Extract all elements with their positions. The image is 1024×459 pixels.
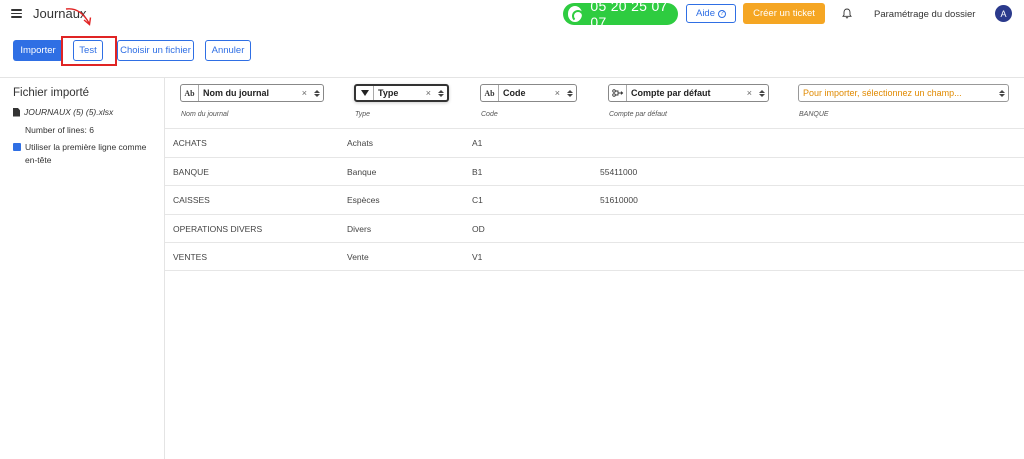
menu-icon[interactable] bbox=[11, 9, 22, 18]
help-label: Aide bbox=[695, 8, 715, 19]
sort-arrows-icon bbox=[566, 89, 573, 97]
import-preview: Ab Nom du journal × Type × Ab Code × Com… bbox=[165, 77, 1024, 459]
table-cell: B1 bbox=[472, 166, 483, 177]
support-phone-button[interactable]: 05 20 25 07 07 bbox=[563, 0, 678, 30]
sort-arrows-icon bbox=[998, 89, 1005, 97]
table-cell: ACHATS bbox=[173, 138, 207, 148]
question-circle-icon: ? bbox=[718, 9, 726, 18]
mapping-label: Nom du journal bbox=[203, 88, 269, 98]
import-button[interactable]: Importer bbox=[13, 40, 63, 61]
checkbox-checked-icon[interactable] bbox=[13, 143, 21, 151]
imported-file-name: JOURNAUX (5) (5).xlsx bbox=[24, 107, 114, 117]
imported-file-panel: Fichier importé JOURNAUX (5) (5).xlsx Nu… bbox=[0, 77, 165, 459]
column-subtitle: Nom du journal bbox=[181, 111, 229, 118]
help-button[interactable]: Aide ? bbox=[686, 4, 736, 23]
clear-icon[interactable]: × bbox=[747, 88, 752, 98]
choose-file-button[interactable]: Choisir un fichier bbox=[117, 40, 194, 61]
text-type-icon: Ab bbox=[481, 85, 499, 101]
link-type-icon bbox=[609, 85, 627, 101]
cancel-button[interactable]: Annuler bbox=[205, 40, 251, 61]
sort-arrows-icon bbox=[758, 89, 765, 97]
table-row: OPERATIONS DIVERS Divers OD bbox=[165, 213, 1024, 243]
table-row: ACHATS Achats A1 bbox=[165, 128, 1024, 157]
sort-arrows-icon bbox=[437, 89, 444, 97]
table-cell: Banque bbox=[347, 166, 377, 177]
table-cell: Achats bbox=[347, 138, 373, 148]
imported-file-title: Fichier importé bbox=[13, 87, 90, 99]
headset-icon bbox=[568, 6, 585, 22]
table-row: BANQUE Banque B1 55411000 bbox=[165, 156, 1024, 186]
support-phone-number: 05 20 25 07 07 bbox=[590, 0, 668, 30]
mapping-label: Code bbox=[503, 88, 526, 98]
column-subtitle: Code bbox=[481, 111, 498, 118]
mapping-placeholder: Pour importer, sélectionnez un champ... bbox=[803, 88, 962, 98]
table-cell: V1 bbox=[472, 252, 483, 262]
test-button[interactable]: Test bbox=[73, 40, 103, 61]
line-count: Number of lines: 6 bbox=[25, 125, 94, 135]
page-title: Journaux bbox=[33, 6, 87, 21]
column-mapping-select-5[interactable]: Pour importer, sélectionnez un champ... bbox=[798, 84, 1009, 102]
column-mapping-select-4[interactable]: Compte par défaut × bbox=[608, 84, 769, 102]
table-cell: A1 bbox=[472, 138, 483, 148]
mapping-label: Compte par défaut bbox=[631, 88, 711, 98]
table-cell: Vente bbox=[347, 252, 369, 262]
clear-icon[interactable]: × bbox=[555, 88, 560, 98]
clear-icon[interactable]: × bbox=[426, 88, 431, 98]
first-row-header-checkbox[interactable]: Utiliser la première ligne comme en-tête bbox=[13, 141, 158, 166]
column-mapping-select-1[interactable]: Ab Nom du journal × bbox=[180, 84, 324, 102]
column-subtitle: Compte par défaut bbox=[609, 111, 667, 118]
selection-type-icon bbox=[356, 86, 374, 100]
table-cell: Divers bbox=[347, 223, 372, 234]
text-type-icon: Ab bbox=[181, 85, 199, 101]
create-ticket-button[interactable]: Créer un ticket bbox=[743, 3, 825, 24]
table-row: CAISSES Espèces C1 51610000 bbox=[165, 185, 1024, 214]
column-subtitle: Type bbox=[355, 111, 371, 118]
mapping-label: Type bbox=[378, 88, 399, 98]
file-icon bbox=[13, 107, 20, 117]
imported-file: JOURNAUX (5) (5).xlsx bbox=[13, 107, 113, 117]
table-cell: Espèces bbox=[347, 195, 380, 205]
column-mapping-select-3[interactable]: Ab Code × bbox=[480, 84, 577, 102]
preview-table: ACHATS Achats A1 BANQUE Banque B1 554110… bbox=[165, 128, 1024, 271]
clear-icon[interactable]: × bbox=[302, 88, 307, 98]
table-cell: VENTES bbox=[173, 252, 208, 262]
table-cell: 51610000 bbox=[600, 195, 638, 205]
top-bar: Journaux 05 20 25 07 07 Aide ? Créer un … bbox=[0, 0, 1024, 30]
table-row: VENTES Vente V1 bbox=[165, 242, 1024, 271]
table-cell: OPERATIONS DIVERS bbox=[173, 223, 263, 234]
table-cell: C1 bbox=[472, 195, 483, 205]
first-row-header-label: Utiliser la première ligne comme en-tête bbox=[25, 142, 147, 165]
table-cell: OD bbox=[472, 223, 485, 234]
column-subtitle: BANQUE bbox=[799, 111, 829, 118]
folder-settings-link[interactable]: Paramétrage du dossier bbox=[874, 9, 975, 20]
sort-arrows-icon bbox=[313, 89, 320, 97]
table-cell: BANQUE bbox=[173, 166, 209, 177]
table-cell: CAISSES bbox=[173, 195, 210, 205]
bell-icon[interactable] bbox=[842, 8, 852, 19]
avatar[interactable]: A bbox=[995, 5, 1012, 22]
table-cell: 55411000 bbox=[600, 166, 638, 177]
column-mapping-select-2[interactable]: Type × bbox=[354, 84, 449, 102]
